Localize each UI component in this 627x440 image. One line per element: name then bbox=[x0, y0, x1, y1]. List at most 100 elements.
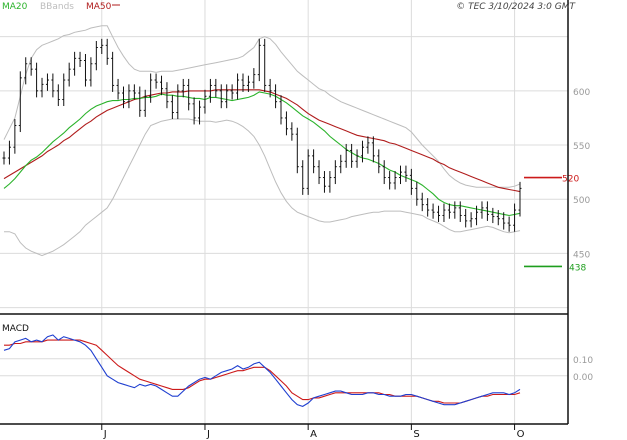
price-bar bbox=[40, 77, 44, 98]
ma20-line bbox=[3, 91, 521, 217]
price-bar bbox=[409, 168, 413, 195]
price-bar bbox=[464, 208, 468, 228]
price-bar bbox=[496, 210, 500, 226]
price-bar bbox=[116, 78, 120, 100]
price-bar bbox=[491, 207, 495, 224]
macd-label: MACD bbox=[2, 324, 29, 334]
price-bar bbox=[89, 57, 93, 87]
chart-svg: 520 438 450 500 550 600 0.10 0.00 J J A S O MA20 BB… bbox=[0, 0, 593, 440]
price-bar bbox=[111, 51, 115, 92]
price-bar bbox=[7, 140, 11, 165]
price-bar bbox=[377, 149, 381, 174]
price-bar bbox=[181, 78, 185, 98]
price-bar bbox=[371, 136, 375, 163]
macd-panel bbox=[3, 334, 521, 408]
moving-averages bbox=[3, 89, 521, 217]
legend-ma20: MA20 bbox=[2, 2, 28, 12]
price-bar bbox=[360, 140, 364, 163]
price-bar bbox=[469, 212, 473, 228]
reference-label-520: 520 bbox=[562, 175, 579, 185]
price-bar bbox=[160, 75, 164, 96]
price-bar bbox=[83, 54, 87, 87]
price-bar bbox=[35, 62, 39, 98]
price-bar bbox=[143, 89, 147, 117]
macd-tick-0: 0.10 bbox=[573, 356, 593, 366]
price-tick-450: 450 bbox=[573, 250, 590, 260]
legend-bbands: BBands bbox=[40, 2, 74, 12]
price-bar bbox=[442, 203, 446, 222]
price-bar bbox=[426, 198, 430, 217]
chart-stage: 520 438 450 500 550 600 0.10 0.00 J J A S O MA20 BB… bbox=[0, 0, 627, 440]
price-bar bbox=[420, 192, 424, 212]
price-bar bbox=[312, 149, 316, 174]
bb-lower-line bbox=[4, 118, 521, 257]
copyright-text: © TEC 3/10/2024 3:0 GMT bbox=[456, 2, 576, 12]
price-bar bbox=[121, 86, 125, 109]
x-tick-label-3: S bbox=[413, 429, 419, 440]
price-bar bbox=[295, 127, 299, 174]
price-bar bbox=[317, 160, 321, 185]
price-bar bbox=[236, 73, 240, 100]
price-bar bbox=[45, 73, 49, 91]
price-bar bbox=[225, 84, 229, 109]
price-bar bbox=[62, 73, 66, 107]
axes: 450 500 550 600 0.10 0.00 J J A S O bbox=[0, 0, 593, 440]
price-bar bbox=[203, 89, 207, 114]
price-bar bbox=[132, 84, 136, 100]
price-bar bbox=[67, 62, 71, 87]
price-bar bbox=[176, 84, 180, 120]
price-bar bbox=[328, 171, 332, 193]
price-bar bbox=[51, 73, 55, 98]
price-bar bbox=[13, 119, 17, 154]
price-bar bbox=[214, 78, 218, 98]
price-bar bbox=[322, 171, 326, 193]
price-bar bbox=[333, 160, 337, 185]
bb-upper-line bbox=[3, 25, 521, 188]
price-bar bbox=[149, 73, 153, 103]
macd-line bbox=[3, 334, 521, 408]
price-bar bbox=[127, 84, 131, 109]
price-bar bbox=[105, 38, 109, 65]
price-bar bbox=[284, 111, 288, 136]
price-bar bbox=[78, 51, 82, 68]
price-bar bbox=[154, 73, 158, 89]
price-bar bbox=[263, 38, 267, 92]
macd-tick-1: 0.00 bbox=[573, 373, 593, 383]
price-tick-600: 600 bbox=[573, 88, 590, 98]
price-bar bbox=[393, 171, 397, 190]
price-bar bbox=[56, 84, 60, 107]
price-bar bbox=[447, 203, 451, 219]
price-bar bbox=[350, 143, 354, 168]
price-bar bbox=[415, 181, 419, 206]
price-bar bbox=[241, 73, 245, 92]
price-bar bbox=[187, 78, 191, 111]
price-bar bbox=[453, 201, 457, 219]
price-bar bbox=[431, 203, 435, 219]
price-bar bbox=[513, 203, 517, 232]
reference-label-438: 438 bbox=[569, 263, 586, 273]
ma50-line bbox=[3, 89, 521, 193]
price-bar bbox=[404, 165, 408, 182]
price-bar bbox=[355, 149, 359, 168]
price-bar bbox=[73, 51, 77, 76]
price-bar bbox=[100, 38, 104, 55]
price-tick-550: 550 bbox=[573, 142, 590, 152]
price-bar bbox=[301, 160, 305, 195]
price-bar bbox=[458, 201, 462, 222]
x-tick-label-1: J bbox=[206, 429, 210, 440]
price-bar bbox=[252, 68, 256, 89]
price-bar bbox=[344, 143, 348, 168]
x-tick-label-0: J bbox=[103, 429, 107, 440]
price-bar bbox=[437, 205, 441, 222]
price-bar bbox=[507, 216, 511, 232]
price-tick-500: 500 bbox=[573, 196, 590, 206]
price-bar bbox=[2, 151, 6, 165]
x-tick-label-4: O bbox=[517, 429, 525, 440]
price-bar bbox=[94, 41, 98, 71]
price-bar bbox=[170, 95, 174, 120]
x-tick-label-2: A bbox=[310, 429, 317, 440]
price-bar bbox=[257, 38, 261, 82]
macd-signal-line bbox=[4, 339, 521, 404]
price-bar bbox=[230, 84, 234, 100]
price-bar bbox=[388, 171, 392, 190]
